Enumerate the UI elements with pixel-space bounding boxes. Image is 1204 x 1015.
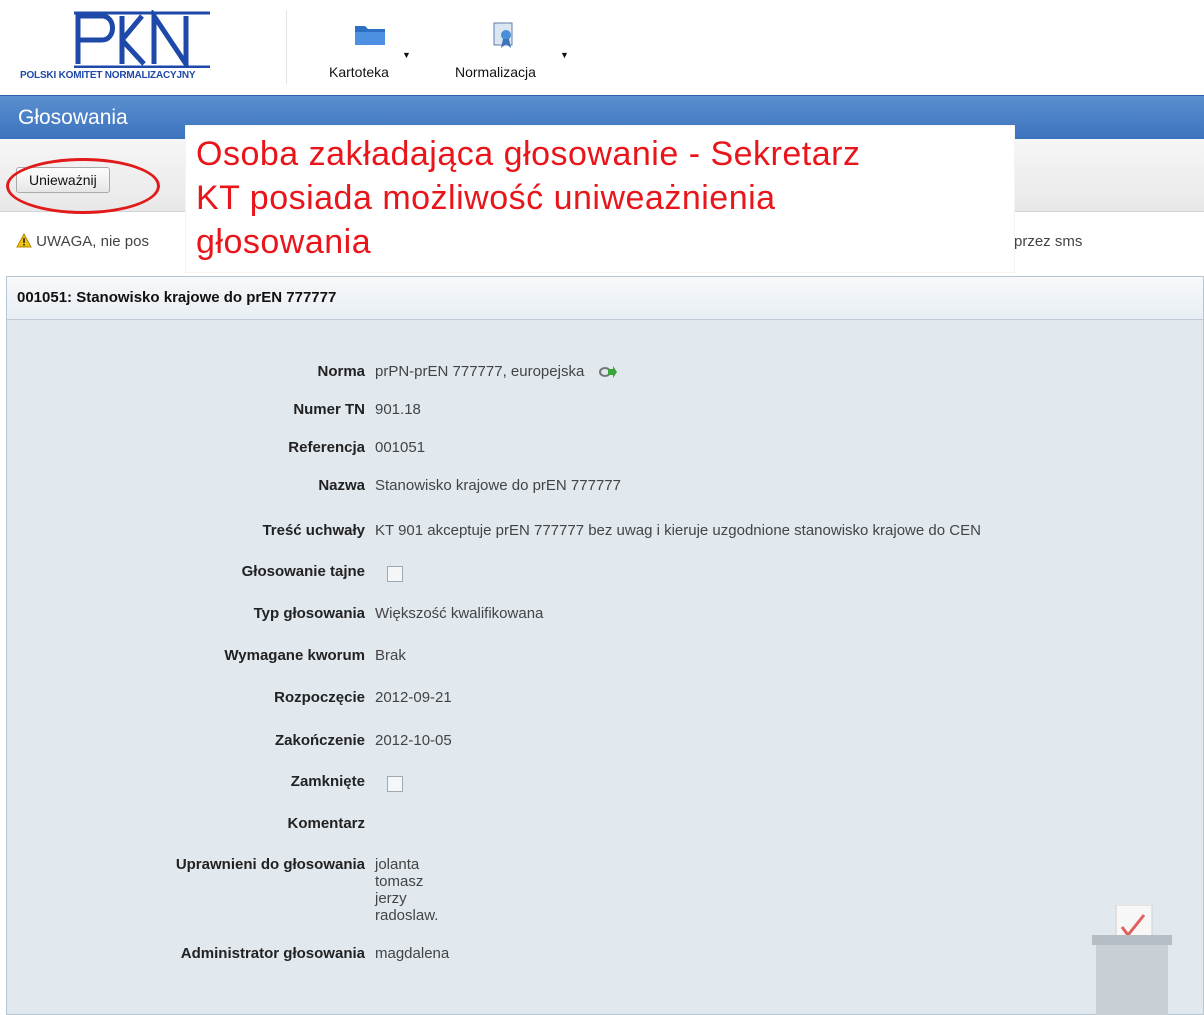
menu-label: Normalizacja <box>455 64 536 80</box>
menu-kartoteka[interactable]: ▼ Kartoteka <box>326 22 418 84</box>
field-label: Referencja <box>288 439 365 456</box>
panel-title: 001051: Stanowisko krajowe do prEN 77777… <box>17 289 337 306</box>
warning-icon <box>16 232 32 248</box>
field-label: Głosowanie tajne <box>241 563 365 580</box>
pkn-logo-mark <box>74 10 210 68</box>
warning-text: UWAGA, nie pos <box>36 233 149 250</box>
list-item: jerzy <box>375 890 407 907</box>
chevron-down-icon: ▼ <box>402 50 411 60</box>
field-value: 901.18 <box>375 401 421 418</box>
chevron-down-icon: ▼ <box>560 50 569 60</box>
field-uprawnieni: Uprawnieni do głosowania jolanta tomasz … <box>7 856 1204 924</box>
norma-value: prPN-prEN 777777, europejska <box>375 363 585 380</box>
pkn-logo[interactable]: POLSKI KOMITET NORMALIZACYJNY <box>14 10 274 90</box>
field-label: Zakończenie <box>274 732 365 749</box>
list-item: radoslaw. <box>375 907 439 924</box>
annotation-line-3: głosowania <box>196 223 372 261</box>
field-rozpoczecie: Rozpoczęcie 2012-09-21 <box>7 689 1204 713</box>
field-label: Nazwa <box>318 477 365 494</box>
header-separator <box>286 10 287 84</box>
field-label: Treść uchwały <box>262 522 365 539</box>
closed-checkbox[interactable] <box>387 776 403 792</box>
field-administrator: Administrator głosowania magdalena <box>7 945 1204 969</box>
folder-icon <box>355 26 385 45</box>
field-label: Rozpoczęcie <box>274 689 365 706</box>
field-label: Typ głosowania <box>253 605 365 622</box>
field-value: 2012-09-21 <box>375 689 452 706</box>
field-value: magdalena <box>375 945 450 962</box>
annotation-highlight-ellipse <box>6 158 160 214</box>
field-wymagane-kworum: Wymagane kworum Brak <box>7 647 1204 671</box>
field-norma: Norma prPN-prEN 777777, europejska <box>7 363 1204 387</box>
voters-list: jolanta tomasz jerzy radoslaw. <box>375 856 438 924</box>
field-glosowanie-tajne: Głosowanie tajne <box>7 563 1204 587</box>
field-label: Uprawnieni do głosowania <box>175 856 365 873</box>
field-typ-glosowania: Typ głosowania Większość kwalifikowana <box>7 605 1204 629</box>
secret-vote-checkbox[interactable] <box>387 566 403 582</box>
certificate-icon <box>493 22 513 48</box>
warning-message: UWAGA, nie pos <box>16 232 149 250</box>
field-value: 001051 <box>375 439 426 456</box>
warning-text-tail: przez sms <box>1014 233 1083 250</box>
annotation-line-1: Osoba zakładająca głosowanie - Sekretarz <box>196 135 861 173</box>
field-value: Większość kwalifikowana <box>375 605 544 622</box>
field-label: Norma <box>317 363 365 380</box>
menu-label: Kartoteka <box>329 64 389 80</box>
logo-text: POLSKI KOMITET NORMALIZACYJNY <box>20 70 196 81</box>
goto-link-icon[interactable] <box>598 365 618 379</box>
field-value: KT 901 akceptuje prEN 777777 bez uwag i … <box>375 522 981 539</box>
field-label: Administrator głosowania <box>180 945 365 962</box>
field-value: 2012-10-05 <box>375 732 452 749</box>
field-zakonczenie: Zakończenie 2012-10-05 <box>7 732 1204 756</box>
field-value: Brak <box>375 647 406 664</box>
field-value: prPN-prEN 777777, europejska <box>375 363 618 380</box>
vote-details-panel: 001051: Stanowisko krajowe do prEN 77777… <box>6 276 1204 1015</box>
list-item: jolanta <box>375 856 420 873</box>
field-zamkniete: Zamknięte <box>7 773 1204 797</box>
annotation-callout: Osoba zakładająca głosowanie - Sekretarz… <box>186 126 1014 272</box>
field-numer-tn: Numer TN 901.18 <box>7 401 1204 425</box>
list-item: tomasz <box>375 873 424 890</box>
panel-header: 001051: Stanowisko krajowe do prEN 77777… <box>7 277 1203 320</box>
field-label: Zamknięte <box>290 773 365 790</box>
field-label: Wymagane kworum <box>224 647 365 664</box>
field-referencja: Referencja 001051 <box>7 439 1204 463</box>
ballot-box-icon <box>1092 905 1172 1015</box>
menu-normalizacja[interactable]: ▼ Normalizacja <box>452 22 582 84</box>
page-title: Głosowania <box>18 106 128 129</box>
field-label: Komentarz <box>287 815 365 832</box>
field-value: Stanowisko krajowe do prEN 777777 <box>375 477 621 494</box>
field-komentarz: Komentarz <box>7 815 1204 839</box>
field-label: Numer TN <box>293 401 365 418</box>
field-nazwa: Nazwa Stanowisko krajowe do prEN 777777 <box>7 477 1204 501</box>
top-bar: POLSKI KOMITET NORMALIZACYJNY ▼ Kartotek… <box>0 0 1204 95</box>
field-tresc-uchwaly: Treść uchwały KT 901 akceptuje prEN 7777… <box>7 522 1204 546</box>
annotation-line-2: KT posiada możliwość uniweażnienia <box>196 179 776 217</box>
